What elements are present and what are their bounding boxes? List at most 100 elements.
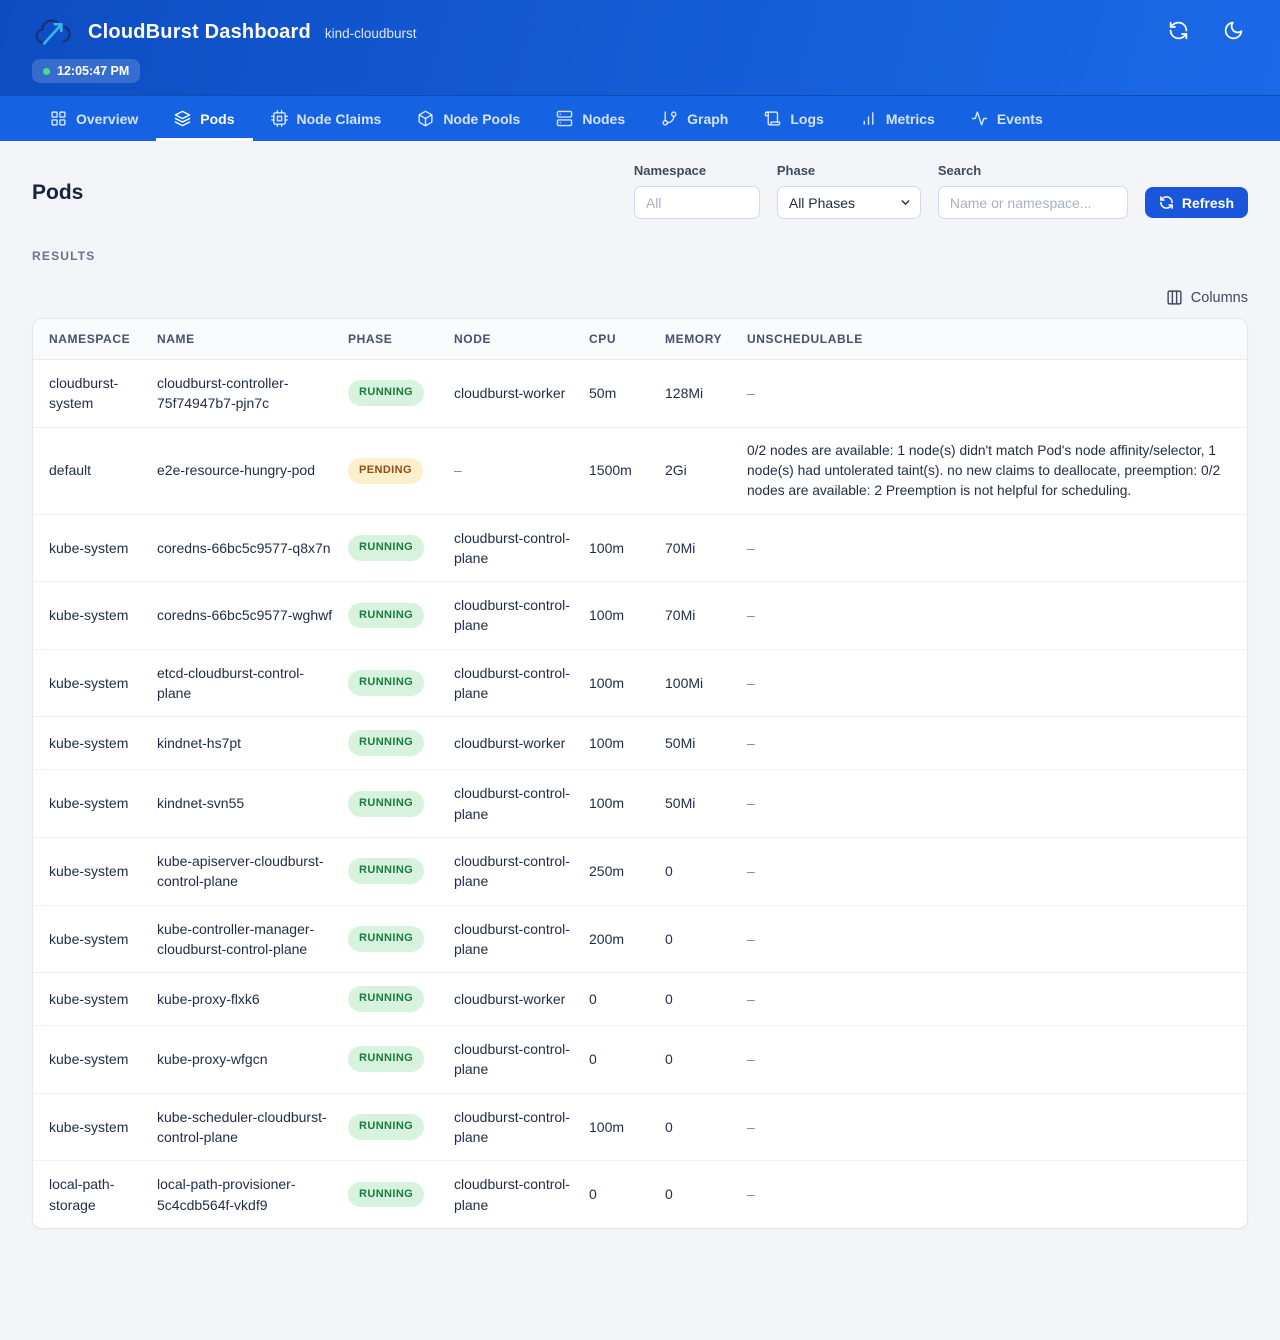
cell-cpu: 100m (589, 717, 665, 770)
cell-name: kube-apiserver-cloudburst-control-plane (157, 837, 348, 905)
cell-memory: 0 (665, 1093, 747, 1161)
tab-node-claims[interactable]: Node Claims (253, 96, 400, 141)
cell-namespace: kube-system (33, 649, 157, 717)
table-row: kube-systemkindnet-hs7ptRUNNINGcloudburs… (33, 717, 1247, 770)
cell-name: kindnet-hs7pt (157, 717, 348, 770)
phase-badge: RUNNING (348, 986, 424, 1012)
cell-unschedulable: – (747, 973, 1247, 1026)
tab-metrics[interactable]: Metrics (842, 96, 953, 141)
cell-memory: 0 (665, 1161, 747, 1228)
cell-namespace: kube-system (33, 1093, 157, 1161)
cell-memory: 2Gi (665, 427, 747, 514)
tab-pods[interactable]: Pods (156, 96, 252, 141)
cell-phase: RUNNING (348, 649, 454, 717)
clock-time: 12:05:47 PM (57, 64, 129, 78)
cell-name: coredns-66bc5c9577-q8x7n (157, 514, 348, 582)
phase-select[interactable]: All Phases (777, 186, 921, 219)
cell-phase: RUNNING (348, 717, 454, 770)
server-icon (556, 110, 573, 127)
column-header-node: Node (454, 319, 589, 360)
phase-badge: RUNNING (348, 1046, 424, 1072)
cell-node: – (454, 427, 589, 514)
namespace-input[interactable] (634, 186, 760, 219)
nav-tabs: OverviewPods Node Claims Node Pools Nodes Gr… (0, 95, 1280, 141)
cell-cpu: 200m (589, 905, 665, 973)
pods-table-card: NamespaceNamePhaseNodeCPUMemoryUnschedul… (32, 318, 1248, 1229)
cell-phase: RUNNING (348, 837, 454, 905)
cell-namespace: cloudburst-system (33, 360, 157, 428)
cell-cpu: 1500m (589, 427, 665, 514)
refresh-button[interactable] (1164, 16, 1193, 48)
cell-namespace: kube-system (33, 514, 157, 582)
cell-node: cloudburst-control-plane (454, 649, 589, 717)
tab-events[interactable]: Events (953, 96, 1061, 141)
cell-unschedulable: – (747, 1026, 1247, 1094)
table-row: kube-systemcoredns-66bc5c9577-wghwfRUNNI… (33, 582, 1247, 650)
filters: Namespace Phase All Phases Search (634, 163, 1248, 219)
cell-unschedulable: – (747, 770, 1247, 838)
tab-label: Node Claims (297, 111, 382, 127)
tab-node-pools[interactable]: Node Pools (399, 96, 538, 141)
tab-label: Graph (687, 111, 728, 127)
theme-toggle-button[interactable] (1219, 16, 1248, 48)
cell-name: kube-scheduler-cloudburst-control-plane (157, 1093, 348, 1161)
cell-namespace: kube-system (33, 837, 157, 905)
cell-cpu: 100m (589, 770, 665, 838)
cell-node: cloudburst-control-plane (454, 1026, 589, 1094)
tab-logs[interactable]: Logs (746, 96, 841, 141)
tab-label: Metrics (886, 111, 935, 127)
cell-namespace: kube-system (33, 973, 157, 1026)
moon-icon (1223, 20, 1244, 41)
phase-badge: RUNNING (348, 603, 424, 629)
columns-button[interactable]: Columns (1166, 289, 1248, 306)
refresh-button-label: Refresh (1182, 195, 1234, 211)
cell-phase: RUNNING (348, 1161, 454, 1228)
cell-memory: 0 (665, 1026, 747, 1094)
cell-memory: 50Mi (665, 770, 747, 838)
table-row: defaulte2e-resource-hungry-podPENDING–15… (33, 427, 1247, 514)
cell-phase: RUNNING (348, 1026, 454, 1094)
cell-memory: 50Mi (665, 717, 747, 770)
columns-button-label: Columns (1191, 290, 1248, 306)
layers-icon (174, 110, 191, 127)
main-content: Pods Namespace Phase All Phases Search (0, 141, 1280, 1253)
cell-phase: RUNNING (348, 905, 454, 973)
cell-memory: 0 (665, 973, 747, 1026)
cell-phase: RUNNING (348, 973, 454, 1026)
cell-name: kube-controller-manager-cloudburst-contr… (157, 905, 348, 973)
refresh-filters-button[interactable]: Refresh (1145, 187, 1248, 218)
cell-unschedulable: – (747, 582, 1247, 650)
cell-unschedulable: – (747, 514, 1247, 582)
phase-badge: RUNNING (348, 1182, 424, 1208)
cloudburst-logo-icon (32, 14, 74, 50)
tab-nodes[interactable]: Nodes (538, 96, 643, 141)
table-row: cloudburst-systemcloudburst-controller-7… (33, 360, 1247, 428)
cell-namespace: default (33, 427, 157, 514)
results-label: RESULTS (32, 249, 1248, 263)
cell-memory: 70Mi (665, 514, 747, 582)
column-header-name: Name (157, 319, 348, 360)
cell-namespace: kube-system (33, 1026, 157, 1094)
column-header-unschedulable: Unschedulable (747, 319, 1247, 360)
table-row: kube-systemkube-scheduler-cloudburst-con… (33, 1093, 1247, 1161)
clock-badge: 12:05:47 PM (32, 59, 140, 83)
tab-graph[interactable]: Graph (643, 96, 746, 141)
cell-unschedulable: – (747, 905, 1247, 973)
cell-cpu: 0 (589, 1026, 665, 1094)
column-header-cpu: CPU (589, 319, 665, 360)
grid-icon (50, 110, 67, 127)
tab-overview[interactable]: Overview (32, 96, 156, 141)
cell-unschedulable: – (747, 1161, 1247, 1228)
cell-cpu: 250m (589, 837, 665, 905)
cell-phase: RUNNING (348, 770, 454, 838)
cell-node: cloudburst-control-plane (454, 837, 589, 905)
phase-badge: RUNNING (348, 380, 424, 406)
tab-label: Node Pools (443, 111, 520, 127)
git-branch-icon (661, 110, 678, 127)
cell-cpu: 100m (589, 582, 665, 650)
cell-node: cloudburst-control-plane (454, 1161, 589, 1228)
cell-node: cloudburst-worker (454, 360, 589, 428)
search-input[interactable] (938, 186, 1128, 219)
refresh-icon (1168, 20, 1189, 41)
cell-unschedulable: – (747, 649, 1247, 717)
